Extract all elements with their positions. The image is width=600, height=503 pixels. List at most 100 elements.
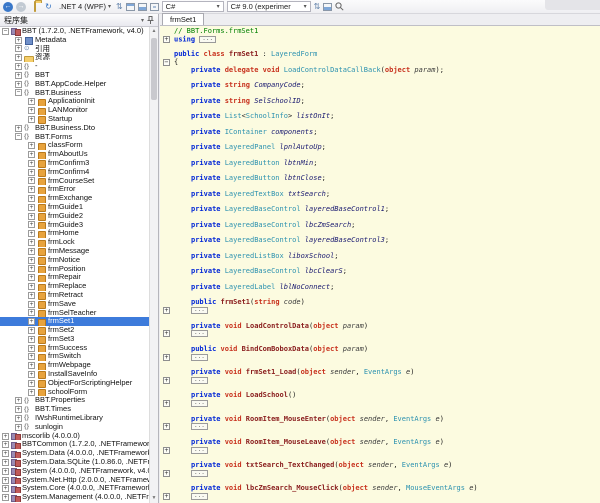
scrollbar-thumb[interactable] (151, 38, 157, 100)
tree-item-frmhome[interactable]: +frmHome (0, 229, 149, 238)
sort-members-button[interactable]: ⇅ (314, 2, 321, 12)
expand-icon[interactable]: + (2, 485, 9, 492)
expand-icon[interactable]: + (28, 213, 35, 220)
expand-icon[interactable]: + (28, 107, 35, 114)
expand-icon[interactable]: + (2, 441, 9, 448)
language-select[interactable]: C# ▾ (162, 1, 224, 12)
forward-button[interactable]: → (16, 2, 26, 12)
tree-item-installsaveinfo[interactable]: +InstallSaveInfo (0, 370, 149, 379)
open-file-button[interactable] (29, 2, 40, 12)
panel-layout-icon[interactable] (138, 3, 147, 11)
expand-icon[interactable]: + (15, 397, 22, 404)
tree-item-system-4-0-0-0-netframework-v4[interactable]: +System (4.0.0.0, .NETFramework, v4.0) (0, 467, 149, 476)
collapse-icon[interactable]: − (15, 89, 22, 96)
expand-icon[interactable]: + (28, 371, 35, 378)
tree-item-bbt-business-dto[interactable]: +{}BBT.Business.Dto (0, 124, 149, 133)
tree-item-mscorlib-4-0-0-0[interactable]: +mscorlib (4.0.0.0) (0, 432, 149, 441)
tree-item-frmerror[interactable]: +frmError (0, 185, 149, 194)
search-icon[interactable] (335, 2, 344, 11)
tree-item-frmreplace[interactable]: +frmReplace (0, 282, 149, 291)
fold-expand-icon[interactable]: + (163, 470, 170, 477)
tree-item-schoolform[interactable]: +schoolForm (0, 388, 149, 397)
tree-item-lanmonitor[interactable]: +LANMonitor (0, 106, 149, 115)
expand-icon[interactable]: + (28, 239, 35, 246)
tree-item-frmexchange[interactable]: +frmExchange (0, 194, 149, 203)
tree-item-bbt-1-7-2-0-netframework-v4-0[interactable]: −BBT (1.7.2.0, .NETFramework, v4.0) (0, 27, 149, 36)
tree-scrollbar[interactable]: ▲ ▼ (149, 27, 158, 503)
sort-assemblies-button[interactable]: ⇅ (116, 2, 123, 12)
expand-icon[interactable]: + (2, 459, 9, 466)
expand-icon[interactable]: + (15, 54, 22, 61)
fullscreen-icon[interactable] (323, 3, 332, 11)
tree-item-frmset3[interactable]: +frmSet3 (0, 335, 149, 344)
scroll-up-icon[interactable]: ▲ (150, 27, 158, 36)
tree-item-system-data-sqlite-1-0-86-0-ne[interactable]: +System.Data.SQLite (1.0.86.0, .NETFrame… (0, 458, 149, 467)
tree-item-sunlogin[interactable]: +{}sunlogin (0, 423, 149, 432)
expand-icon[interactable]: + (15, 415, 22, 422)
expand-icon[interactable]: + (28, 257, 35, 264)
collapsed-region[interactable]: ... (191, 423, 208, 430)
tree-item-system-data-4-0-0-0-netframewo[interactable]: +System.Data (4.0.0.0, .NETFramework, v4… (0, 449, 149, 458)
window-layout-icon[interactable] (126, 3, 135, 11)
collapsed-region[interactable]: ... (191, 470, 208, 477)
expand-icon[interactable]: + (28, 221, 35, 228)
tree-item-frmselteacher[interactable]: +frmSelTeacher (0, 309, 149, 318)
expand-icon[interactable]: + (28, 186, 35, 193)
pin-icon[interactable] (147, 16, 154, 24)
tree-item-frmset1[interactable]: +frmSet1 (0, 317, 149, 326)
tree-item-frmguide1[interactable]: +frmGuide1 (0, 203, 149, 212)
back-button[interactable]: ← (3, 2, 13, 12)
expand-icon[interactable]: + (28, 380, 35, 387)
expand-icon[interactable]: + (28, 195, 35, 202)
expand-icon[interactable]: + (15, 45, 22, 52)
expand-icon[interactable]: + (28, 169, 35, 176)
collapse-icon[interactable]: − (2, 28, 9, 35)
expand-icon[interactable]: + (15, 406, 22, 413)
fold-expand-icon[interactable]: + (163, 423, 170, 430)
expand-icon[interactable]: + (28, 116, 35, 123)
expand-icon[interactable]: + (28, 160, 35, 167)
tree-item-资源[interactable]: +资源 (0, 53, 149, 62)
tree-item-bbt-appcode-helper[interactable]: +{}BBT.AppCode.Helper (0, 80, 149, 89)
expand-icon[interactable]: + (28, 353, 35, 360)
fold-collapse-icon[interactable]: − (163, 59, 170, 66)
expand-icon[interactable]: + (15, 125, 22, 132)
fold-expand-icon[interactable]: + (163, 493, 170, 500)
expand-icon[interactable]: + (2, 494, 9, 501)
tree-item-frmwebpage[interactable]: +frmWebpage (0, 361, 149, 370)
scroll-down-icon[interactable]: ▼ (150, 494, 158, 503)
fold-expand-icon[interactable]: + (163, 377, 170, 384)
tree-item-bbt[interactable]: +{}BBT (0, 71, 149, 80)
collapsed-region[interactable]: ... (199, 36, 216, 43)
tree-item-frmconfirm4[interactable]: +frmConfirm4 (0, 168, 149, 177)
assembly-list-dropdown[interactable]: .NET 4 (WPF) ▾ (57, 2, 113, 11)
expand-icon[interactable]: + (28, 177, 35, 184)
expand-icon[interactable]: + (28, 318, 35, 325)
collapsed-region[interactable]: ... (191, 377, 208, 384)
tree-item-frmset2[interactable]: +frmSet2 (0, 326, 149, 335)
expand-icon[interactable]: + (28, 204, 35, 211)
fold-expand-icon[interactable]: + (163, 354, 170, 361)
tree-item-frmguide2[interactable]: +frmGuide2 (0, 212, 149, 221)
expand-icon[interactable]: + (28, 336, 35, 343)
expand-icon[interactable]: + (15, 81, 22, 88)
tree-item-bbt-times[interactable]: +{}BBT.Times (0, 405, 149, 414)
collapse-icon[interactable]: − (15, 133, 22, 140)
expand-icon[interactable]: + (28, 345, 35, 352)
tree-item-system-management-4-0-0-0-netf[interactable]: +System.Management (4.0.0.0, .NETFram (0, 493, 149, 502)
expand-icon[interactable]: + (2, 433, 9, 440)
expand-icon[interactable]: + (28, 301, 35, 308)
tab-frmset1[interactable]: frmSet1 (162, 13, 204, 25)
expand-icon[interactable]: + (15, 37, 22, 44)
tree-item-iwshruntimelibrary[interactable]: +{}IWshRuntimeLibrary (0, 414, 149, 423)
refresh-button[interactable]: ↻ (43, 2, 54, 12)
tree-item-frmsave[interactable]: +frmSave (0, 300, 149, 309)
tree-item-classform[interactable]: +classForm (0, 141, 149, 150)
expand-icon[interactable]: + (28, 389, 35, 396)
tree-item-frmnotice[interactable]: +frmNotice (0, 256, 149, 265)
expand-icon[interactable]: + (2, 468, 9, 475)
expand-icon[interactable]: + (28, 274, 35, 281)
language-version-select[interactable]: C# 9.0 (experimer ▾ (227, 1, 311, 12)
tree-item-objectforscriptinghelper[interactable]: +ObjectForScriptingHelper (0, 379, 149, 388)
fold-expand-icon[interactable]: + (163, 447, 170, 454)
